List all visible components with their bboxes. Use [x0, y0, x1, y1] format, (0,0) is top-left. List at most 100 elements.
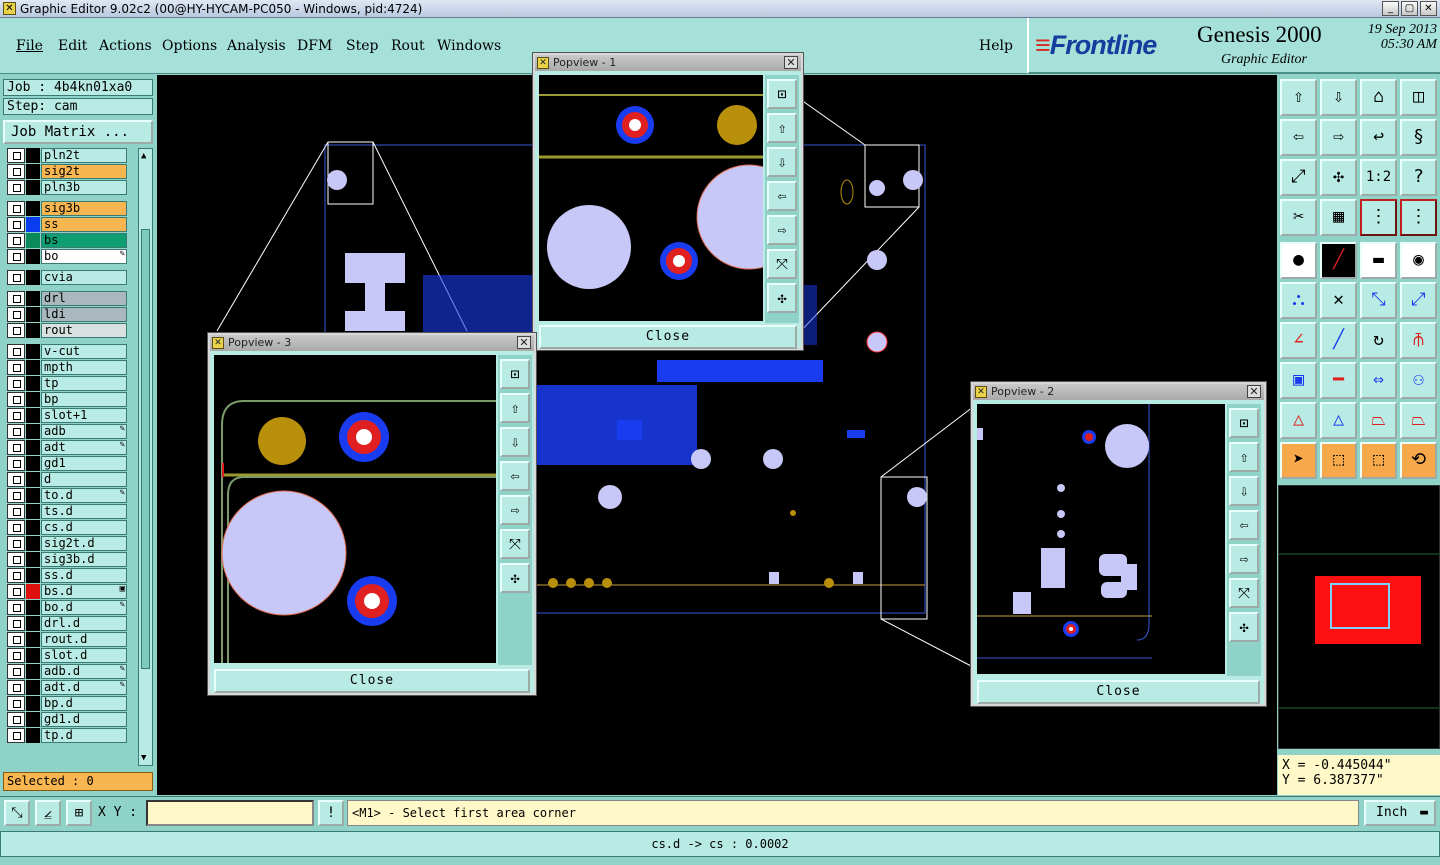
- layer-row[interactable]: adb.d ✎: [5, 664, 127, 679]
- layer-row[interactable]: slot.d: [5, 648, 127, 663]
- layer-checkbox[interactable]: [7, 360, 25, 375]
- layer-name[interactable]: to.d: [41, 488, 127, 503]
- layer-name[interactable]: tp: [41, 376, 127, 391]
- layer-checkbox[interactable]: [7, 344, 25, 359]
- layer-row[interactable]: ldi: [5, 307, 127, 322]
- scroll-up-icon[interactable]: ▲: [141, 151, 146, 161]
- layer-name[interactable]: drl: [41, 291, 127, 306]
- zoom-in-icon[interactable]: ⤧: [1229, 578, 1259, 608]
- snap-left-icon[interactable]: ⋮: [1360, 199, 1397, 236]
- layer-name[interactable]: bo.d: [41, 600, 127, 615]
- menu-help[interactable]: Help: [979, 38, 1013, 54]
- layer-row[interactable]: ss.d: [5, 568, 127, 583]
- pan-left-icon[interactable]: ⇦: [500, 461, 530, 491]
- layer-row[interactable]: bo ✎: [5, 249, 127, 264]
- query-icon[interactable]: ?: [1400, 159, 1437, 196]
- angle-tool-icon[interactable]: ∠: [1280, 322, 1317, 359]
- layer-checkbox[interactable]: [7, 584, 25, 599]
- snap-right-icon[interactable]: ⋮: [1400, 199, 1437, 236]
- layer-name[interactable]: cvia: [41, 270, 127, 285]
- layer-name[interactable]: rout.d: [41, 632, 127, 647]
- connect-icon[interactable]: ⛬: [1280, 282, 1317, 319]
- measure-tool-icon[interactable]: ✂: [1280, 199, 1317, 236]
- layer-checkbox[interactable]: [7, 520, 25, 535]
- layer-row[interactable]: rout.d: [5, 632, 127, 647]
- layer-checkbox[interactable]: [7, 456, 25, 471]
- popview-1-x-button[interactable]: ✕: [784, 56, 798, 69]
- layer-name[interactable]: adt: [41, 440, 127, 455]
- layer-name[interactable]: ss: [41, 217, 127, 232]
- layer-name[interactable]: bp.d: [41, 696, 127, 711]
- layer-checkbox[interactable]: [7, 568, 25, 583]
- unit-select[interactable]: Inch ▬: [1364, 800, 1436, 826]
- zoom-area-icon[interactable]: ⤢: [1280, 159, 1317, 196]
- layer-checkbox[interactable]: [7, 201, 25, 216]
- layer-name[interactable]: pln3b: [41, 180, 127, 195]
- polygon-tool-icon[interactable]: △: [1320, 402, 1357, 439]
- add-surface-icon[interactable]: ◉: [1400, 242, 1437, 279]
- zoom-in-icon[interactable]: ⤧: [767, 249, 797, 279]
- menu-actions[interactable]: Actions: [99, 38, 152, 54]
- layer-checkbox[interactable]: [7, 552, 25, 567]
- layer-row[interactable]: bo.d ✎: [5, 600, 127, 615]
- layer-checkbox[interactable]: [7, 440, 25, 455]
- layer-row[interactable]: ts.d: [5, 504, 127, 519]
- layer-row[interactable]: sig3b: [5, 201, 127, 216]
- popview-3-view[interactable]: [214, 355, 496, 663]
- layer-row[interactable]: to.d ✎: [5, 488, 127, 503]
- layer-checkbox[interactable]: [7, 376, 25, 391]
- add-line-icon[interactable]: ╱: [1320, 242, 1357, 279]
- pan-left-icon[interactable]: ⇦: [1229, 510, 1259, 540]
- layer-row[interactable]: gd1: [5, 456, 127, 471]
- layer-checkbox[interactable]: [7, 728, 25, 743]
- previous-view-icon[interactable]: ↩: [1360, 119, 1397, 156]
- layer-row[interactable]: bp.d: [5, 696, 127, 711]
- popview-3-x-button[interactable]: ✕: [517, 336, 531, 349]
- layer-checkbox[interactable]: [7, 249, 25, 264]
- line-tool-icon[interactable]: ╱: [1320, 322, 1357, 359]
- pan-down-icon[interactable]: ⇩: [767, 147, 797, 177]
- layer-checkbox[interactable]: [7, 536, 25, 551]
- layer-row[interactable]: tp: [5, 376, 127, 391]
- layer-name[interactable]: ldi: [41, 307, 127, 322]
- pan-down-icon[interactable]: ⇩: [500, 427, 530, 457]
- delete-feature-icon[interactable]: ✕: [1320, 282, 1357, 319]
- scroll-thumb[interactable]: [141, 229, 150, 669]
- copy-feature-icon[interactable]: ⤢: [1400, 282, 1437, 319]
- move-feature-icon[interactable]: ⤡: [1360, 282, 1397, 319]
- pan-right-icon[interactable]: ⇨: [1229, 544, 1259, 574]
- menu-windows[interactable]: Windows: [437, 38, 501, 54]
- layer-checkbox[interactable]: [7, 616, 25, 631]
- layer-checkbox[interactable]: [7, 472, 25, 487]
- select-pointer-icon[interactable]: ➤: [1280, 442, 1317, 479]
- layer-name[interactable]: gd1.d: [41, 712, 127, 727]
- layer-row[interactable]: sig3b.d: [5, 552, 127, 567]
- home-view-icon[interactable]: ⌂: [1360, 79, 1397, 116]
- popview-2-x-button[interactable]: ✕: [1247, 385, 1261, 398]
- grid-snap-icon[interactable]: ⊞: [66, 800, 92, 826]
- zoom-in-icon[interactable]: ⤧: [500, 529, 530, 559]
- layer-row[interactable]: sig2t: [5, 164, 127, 179]
- layer-row[interactable]: bs: [5, 233, 127, 248]
- layer-row[interactable]: cvia: [5, 270, 127, 285]
- window-close-button[interactable]: ✕: [1420, 1, 1437, 16]
- snap-mode-icon[interactable]: ⤡: [4, 800, 30, 826]
- layer-name[interactable]: sig2t.d: [41, 536, 127, 551]
- menu-step[interactable]: Step: [346, 38, 378, 54]
- layer-name[interactable]: adb: [41, 424, 127, 439]
- popview-3-close-button[interactable]: Close: [214, 669, 530, 693]
- pan-left-icon[interactable]: ⇦: [1280, 119, 1317, 156]
- scroll-down-icon[interactable]: ▼: [141, 753, 146, 763]
- redraw-icon[interactable]: §: [1400, 119, 1437, 156]
- layer-name[interactable]: v-cut: [41, 344, 127, 359]
- menu-rout[interactable]: Rout: [391, 38, 425, 54]
- layer-name[interactable]: ss.d: [41, 568, 127, 583]
- layer-row[interactable]: sig2t.d: [5, 536, 127, 551]
- ruler-icon[interactable]: ▬: [1360, 242, 1397, 279]
- layer-checkbox[interactable]: [7, 408, 25, 423]
- zoom-out-icon[interactable]: ✣: [500, 563, 530, 593]
- zoom-fit-icon[interactable]: ⊡: [767, 79, 797, 109]
- layer-row[interactable]: slot+1: [5, 408, 127, 423]
- layer-row[interactable]: v-cut: [5, 344, 127, 359]
- layer-row[interactable]: bs.d ▣: [5, 584, 127, 599]
